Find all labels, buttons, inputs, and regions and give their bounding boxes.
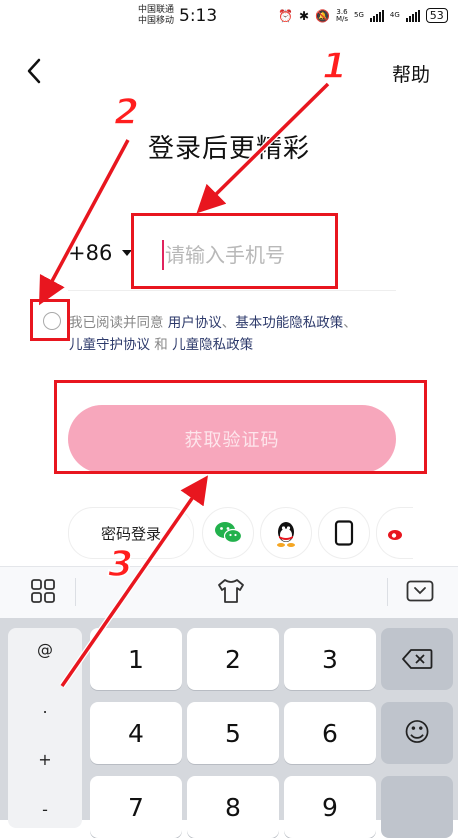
annotation-number: 2 [113, 91, 140, 134]
arrow-3 [60, 475, 208, 687]
arrow-1 [196, 82, 330, 214]
annotation-arrows [39, 81, 331, 688]
arrow-2 [39, 139, 130, 306]
annotation-number: 1 [321, 45, 348, 88]
annotation-number: 3 [107, 543, 134, 586]
